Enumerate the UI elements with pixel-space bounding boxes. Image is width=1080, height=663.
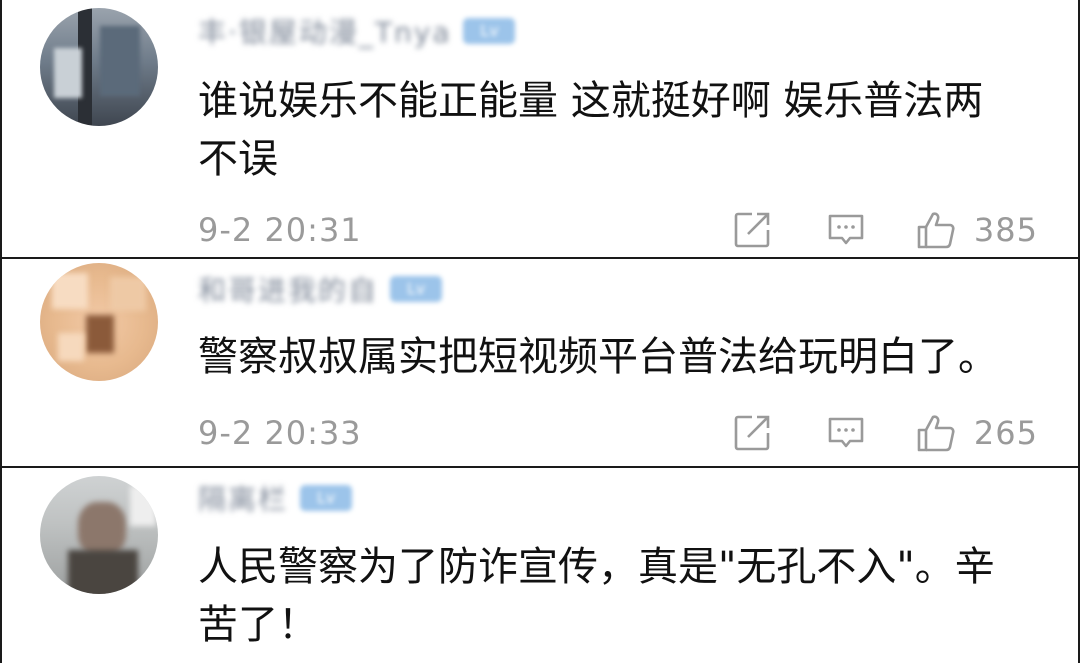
like-count: 265 — [973, 414, 1038, 452]
comment-time: 9-2 20:31 — [198, 211, 362, 249]
comment-text: 谁说娱乐不能正能量 这就挺好啊 娱乐普法两 不误 — [198, 78, 984, 182]
level-badge: Lv — [463, 18, 516, 44]
avatar[interactable] — [40, 263, 158, 381]
avatar[interactable] — [40, 8, 158, 126]
username-text[interactable]: 隔离栏 — [198, 478, 288, 518]
level-badge: Lv — [300, 485, 353, 511]
username-text[interactable]: 丰·银屋动漫_Tnya — [198, 11, 451, 51]
comment-author[interactable]: 和哥进我的自 Lv — [198, 269, 443, 309]
comment-actions: 265 — [732, 413, 1038, 453]
comment-feed: 丰·银屋动漫_Tnya Lv 谁说娱乐不能正能量 这就挺好啊 娱乐普法两 不误 … — [0, 0, 1080, 663]
share-icon[interactable] — [732, 210, 772, 250]
username-text[interactable]: 和哥进我的自 — [198, 269, 378, 309]
comment-author[interactable]: 隔离栏 Lv — [198, 478, 353, 518]
comment-item: 隔离栏 Lv 人民警察为了防诈宣传，真是"无孔不入"。辛 苦了！ — [2, 468, 1078, 663]
avatar[interactable] — [40, 476, 158, 594]
like-count: 385 — [973, 211, 1038, 249]
comment-time: 9-2 20:33 — [198, 414, 362, 452]
level-badge: Lv — [390, 276, 443, 302]
comment-actions: 385 — [732, 210, 1038, 250]
share-icon[interactable] — [732, 413, 772, 453]
comment-item: 和哥进我的自 Lv 警察叔叔属实把短视频平台普法给玩明白了。 9-2 20:33 — [2, 259, 1078, 468]
comment-meta: 9-2 20:31 385 — [198, 208, 1038, 252]
comment-author[interactable]: 丰·银屋动漫_Tnya Lv — [198, 11, 516, 51]
thumbs-up-icon[interactable] — [916, 210, 956, 250]
thumbs-up-icon[interactable] — [916, 413, 956, 453]
comment-text: 警察叔叔属实把短视频平台普法给玩明白了。 — [198, 334, 998, 380]
comment-meta: 9-2 20:33 265 — [198, 411, 1038, 455]
comment-text: 人民警察为了防诈宣传，真是"无孔不入"。辛 苦了！ — [198, 544, 995, 648]
reply-icon[interactable] — [826, 413, 866, 453]
reply-icon[interactable] — [826, 210, 866, 250]
comment-item: 丰·银屋动漫_Tnya Lv 谁说娱乐不能正能量 这就挺好啊 娱乐普法两 不误 … — [2, 0, 1078, 259]
